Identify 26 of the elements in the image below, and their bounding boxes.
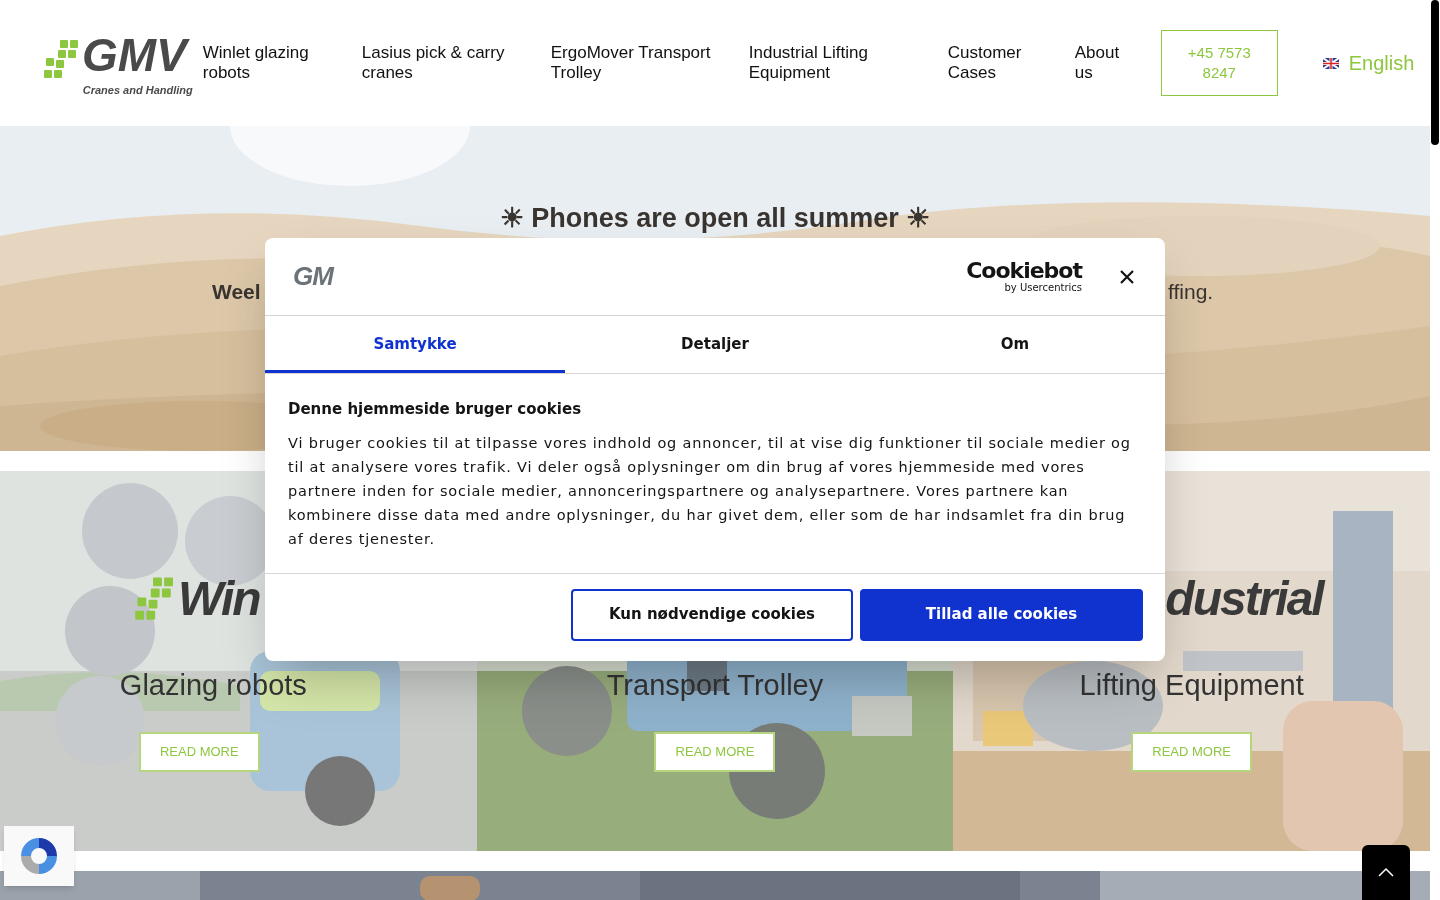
- nav-link[interactable]: Customer Cases: [947, 43, 1075, 83]
- hero-heading: ☀ Phones are open all summer ☀: [499, 202, 931, 235]
- hero-text: Weel: [212, 279, 261, 305]
- nav-link[interactable]: About us: [1074, 43, 1145, 83]
- logo-wordmark[interactable]: GMV: [82, 27, 193, 82]
- dialog-tab[interactable]: Om: [865, 316, 1165, 373]
- hero-text: ffing.: [1168, 279, 1214, 305]
- dialog-tab[interactable]: Detaljer: [565, 316, 865, 373]
- cookiebot-logo[interactable]: Cookiebot: [966, 259, 1082, 282]
- site-logo: GM: [293, 260, 333, 293]
- back-to-top-button[interactable]: [1362, 845, 1410, 900]
- nav-link[interactable]: Lasius pick & carry cranes: [361, 43, 551, 83]
- dialog-heading: Denne hjemmeside bruger cookies: [288, 399, 583, 420]
- cookiebot-byline: by Usercentrics: [1004, 281, 1082, 294]
- nav-link[interactable]: Industrial Lifting Equipment: [748, 43, 948, 83]
- nav-link[interactable]: ErgoMover Transport Trolley: [550, 43, 749, 83]
- consent-button[interactable]: Kun nødvendige cookies: [571, 588, 853, 641]
- nav-link[interactable]: Winlet glazing robots: [202, 43, 362, 83]
- logo-tagline: Cranes and Handling: [82, 82, 193, 98]
- close-icon: [1119, 268, 1135, 285]
- scrollbar-thumb[interactable]: [1431, 0, 1439, 145]
- dialog-tab[interactable]: Samtykke: [265, 316, 565, 373]
- flag-icon[interactable]: [1322, 57, 1339, 69]
- card-subtitle: Transport Trolley: [606, 668, 824, 703]
- chevron-up-icon: [1378, 867, 1394, 877]
- dialog-body-text: Vi bruger cookies til at tilpasse vores indhold og annoncer, til at vise dig funktioner til sociale medier og til at analysere vores trafik. Vi deler også oplysninger om din brug af vores hjemmeside med vores partnere inden for sociale medier, annonceringspartnere og analysepartnere. Vores partnere kan kombinere disse data med andre oplysninger, du har givet dem, eller som de har indsamlet fra din brug af deres tjenester.: [288, 433, 1132, 549]
